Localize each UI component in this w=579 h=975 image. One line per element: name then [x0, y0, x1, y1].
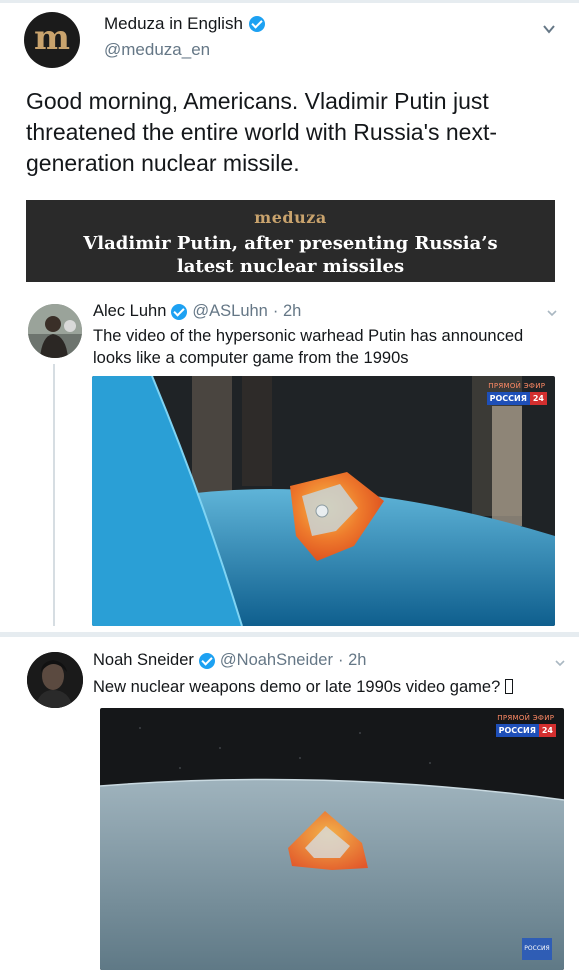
chevron-down-icon[interactable]	[553, 656, 567, 670]
broadcast-badge: ПРЯМОЙ ЭФИР РОССИЯ 24	[486, 382, 547, 405]
author-name-row[interactable]: Meduza in English	[104, 14, 265, 34]
quoted-time: · 2h	[337, 651, 367, 669]
thread-line	[53, 364, 55, 626]
avatar-letter: m	[34, 18, 70, 58]
chevron-down-icon[interactable]	[540, 20, 558, 38]
badge-live-label: ПРЯМОЙ ЭФИР	[488, 382, 546, 390]
meduza-logo: meduza	[254, 208, 327, 227]
tweet-divider	[0, 632, 579, 637]
meduza-avatar[interactable]: m	[24, 12, 80, 68]
verified-badge-icon	[171, 303, 188, 320]
link-card[interactable]: meduza Vladimir Putin, after presenting …	[26, 200, 555, 282]
badge-number: 24	[529, 392, 547, 405]
card-title: Vladimir Putin, after presenting Russia’…	[83, 233, 498, 277]
quoted-author-row[interactable]: Alec Luhn @ASLuhn · 2h	[93, 302, 301, 321]
tweet-text: Good morning, Americans. Vladimir Putin …	[26, 88, 498, 176]
avatar[interactable]	[27, 652, 83, 708]
verified-badge-icon	[198, 652, 215, 669]
quoted-author-handle[interactable]: @NoahSneider	[220, 651, 333, 670]
quoted-text-content: New nuclear weapons demo or late 1990s v…	[93, 678, 505, 696]
badge-channel: РОССИЯ	[495, 724, 539, 737]
video-thumbnail[interactable]: ПРЯМОЙ ЭФИР РОССИЯ 24 РОССИЯ	[100, 708, 564, 970]
top-divider	[0, 0, 579, 3]
author-name[interactable]: Meduza in English	[104, 14, 243, 34]
channel-corner-logo: РОССИЯ	[522, 938, 552, 960]
badge-live-label: ПРЯМОЙ ЭФИР	[497, 714, 555, 722]
quoted-time: · 2h	[272, 302, 302, 320]
chevron-down-icon[interactable]	[545, 306, 559, 320]
badge-channel: РОССИЯ	[486, 392, 530, 405]
avatar[interactable]	[28, 304, 82, 358]
quoted-author-row[interactable]: Noah Sneider @NoahSneider · 2h	[93, 651, 366, 670]
missing-glyph-icon	[504, 679, 513, 694]
badge-number: 24	[538, 724, 556, 737]
broadcast-badge: ПРЯМОЙ ЭФИР РОССИЯ 24	[495, 714, 556, 737]
quoted-text: New nuclear weapons demo or late 1990s v…	[93, 676, 563, 698]
video-thumbnail[interactable]: ПРЯМОЙ ЭФИР РОССИЯ 24	[92, 376, 555, 626]
quoted-text: The video of the hypersonic warhead Puti…	[93, 327, 524, 367]
quoted-author-name[interactable]: Noah Sneider	[93, 651, 194, 670]
quoted-author-handle[interactable]: @ASLuhn	[192, 302, 267, 321]
author-handle[interactable]: @meduza_en	[104, 40, 210, 60]
verified-badge-icon	[248, 16, 265, 32]
quoted-author-name[interactable]: Alec Luhn	[93, 302, 166, 321]
